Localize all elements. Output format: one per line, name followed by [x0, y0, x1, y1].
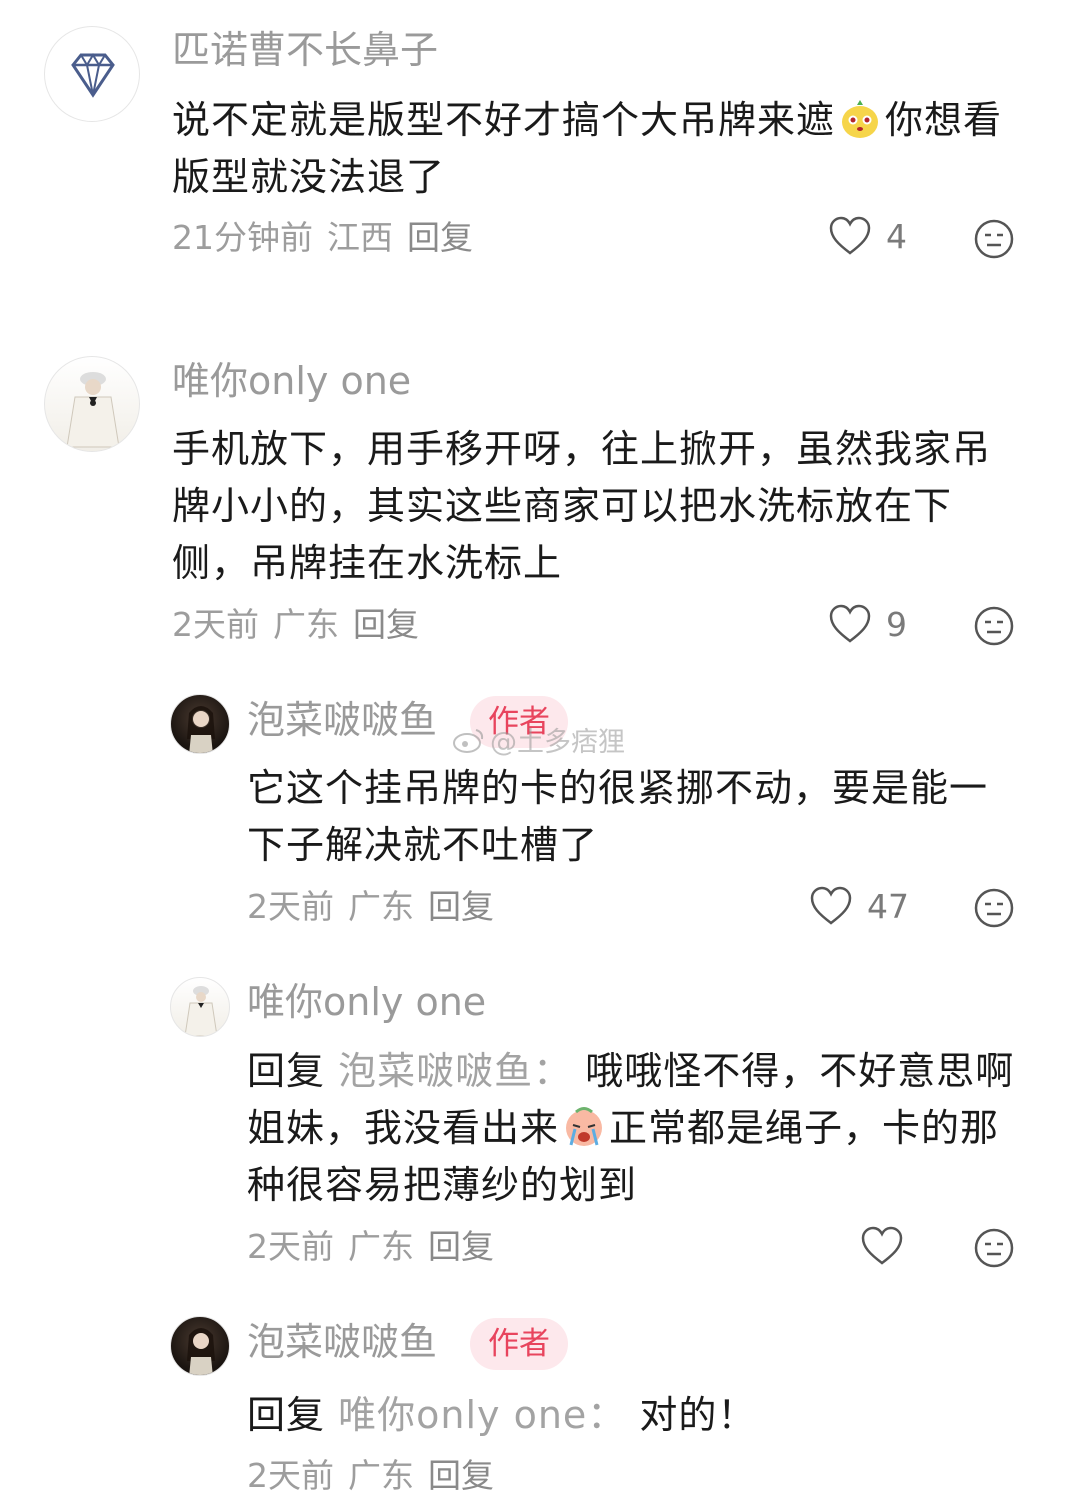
face-emoji-icon[interactable]	[973, 887, 1015, 929]
like-button[interactable]: 4	[828, 216, 907, 256]
comment-location: 江西	[327, 218, 393, 257]
comment-meta: 2天前 广东 回复	[247, 887, 508, 927]
person-avatar-icon	[187, 706, 215, 753]
reply-target-user[interactable]: 泡菜啵啵鱼：	[338, 1049, 572, 1093]
comment-meta: 2天前 广东 回复	[247, 1456, 508, 1496]
face-emoji-icon[interactable]	[973, 1227, 1015, 1269]
like-button[interactable]	[860, 1226, 904, 1266]
like-count: 4	[886, 216, 907, 256]
watermark: @土多痞狸	[452, 720, 625, 759]
comment-location: 广东	[348, 1227, 414, 1266]
avatar[interactable]	[170, 694, 230, 754]
like-count: 47	[867, 886, 909, 926]
reply-prefix: 回复	[247, 1393, 326, 1437]
comment-text: 说不定就是版型不好才搞个大吊牌来遮 你想看版型就没法退了	[172, 92, 1032, 206]
comment-text: 回复 泡菜啵啵鱼： 哦哦怪不得，不好意思啊姐妹，我没看出来 正常都是绳子，卡的那…	[247, 1043, 1037, 1214]
reply-button[interactable]: 回复	[353, 605, 419, 644]
comment-time: 2天前	[247, 1227, 334, 1266]
heart-icon	[829, 216, 871, 255]
comment-meta: 2天前 广东 回复	[172, 605, 433, 645]
person-avatar-icon	[187, 1328, 215, 1375]
reply-button[interactable]: 回复	[428, 1456, 494, 1495]
comment-time: 2天前	[172, 605, 259, 644]
heart-icon	[810, 886, 852, 925]
like-button[interactable]: 47	[809, 886, 909, 926]
reply-button[interactable]: 回复	[428, 887, 494, 926]
like-count: 9	[886, 604, 907, 644]
avatar[interactable]	[44, 356, 140, 452]
comment-text-part: 说不定就是版型不好才搞个大吊牌来遮	[172, 98, 836, 142]
comment-text: 回复 唯你only one： 对的！	[247, 1387, 1037, 1444]
weibo-logo-icon	[453, 728, 484, 753]
comment-author[interactable]: 泡菜啵啵鱼	[247, 1320, 437, 1364]
crying-emoji-icon	[566, 1107, 603, 1146]
like-button[interactable]: 9	[828, 604, 907, 644]
comment-location: 广东	[348, 887, 414, 926]
person-avatar-icon	[66, 372, 120, 448]
diamond-icon	[71, 53, 115, 98]
heart-icon	[861, 1226, 903, 1265]
reply-prefix: 回复	[247, 1049, 326, 1093]
comment-time: 21分钟前	[172, 218, 313, 257]
comment-text: 手机放下，用手移开呀，往上掀开，虽然我家吊牌小小的，其实这些商家可以把水洗标放在…	[172, 427, 992, 585]
comment-author[interactable]: 唯你only one	[172, 359, 411, 403]
comment-text: 它这个挂吊牌的卡的很紧挪不动，要是能一下子解决就不吐槽了	[247, 766, 989, 867]
face-emoji-icon[interactable]	[973, 218, 1015, 260]
comment-meta: 21分钟前 江西 回复	[172, 218, 487, 258]
watermark-text: @土多痞狸	[490, 727, 625, 758]
heart-icon	[829, 604, 871, 643]
comment-location: 广东	[273, 605, 339, 644]
comment-time: 2天前	[247, 1456, 334, 1495]
author-badge: 作者	[470, 1318, 568, 1370]
comment-author[interactable]: 匹诺曹不长鼻子	[172, 28, 438, 72]
avatar[interactable]	[170, 1316, 230, 1376]
reply-button[interactable]: 回复	[407, 218, 473, 257]
person-avatar-icon	[184, 986, 218, 1036]
comment-time: 2天前	[247, 887, 334, 926]
avatar[interactable]	[170, 977, 230, 1037]
avatar[interactable]	[44, 26, 140, 122]
reply-button[interactable]: 回复	[428, 1227, 494, 1266]
comment-meta: 2天前 广东 回复	[247, 1227, 508, 1267]
reply-target-user[interactable]: 唯你only one：	[338, 1393, 626, 1437]
face-emoji-icon[interactable]	[973, 605, 1015, 647]
comment-author[interactable]: 泡菜啵啵鱼	[247, 698, 437, 742]
cute-face-emoji-icon	[842, 100, 879, 138]
comment-author[interactable]: 唯你only one	[247, 980, 486, 1024]
comment-text-part: 对的！	[639, 1393, 757, 1437]
comment-location: 广东	[348, 1456, 414, 1495]
